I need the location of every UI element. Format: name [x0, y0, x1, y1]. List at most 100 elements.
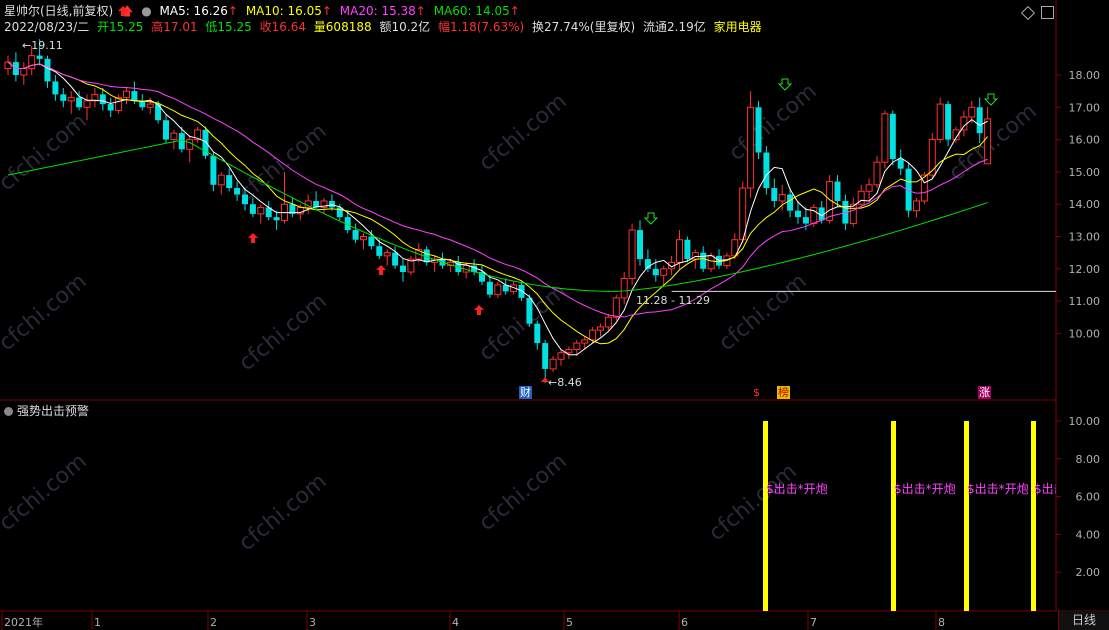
candle-body: [763, 152, 770, 189]
candle-body: [700, 252, 707, 269]
candle-body: [534, 323, 541, 344]
candle-body: [518, 284, 525, 298]
candle-body: [612, 297, 620, 318]
candle-body: [67, 97, 75, 102]
candle-body: [968, 106, 976, 118]
candle-body: [226, 175, 233, 189]
chart-window: 星帅尔(日线,前复权) 🡅 ● MA5: 16.26↑ MA10: 16.05↑…: [0, 0, 1109, 630]
candle-body: [549, 358, 557, 370]
high-price-label: ←19.11: [22, 39, 63, 52]
candle-body: [984, 118, 992, 165]
y-tick-label: 18.00: [1069, 69, 1101, 82]
candle-body: [778, 194, 786, 202]
signal-bar: [1031, 421, 1036, 611]
ma20-line: [7, 61, 988, 318]
candle-body: [660, 268, 668, 276]
y-tick-label: 14.00: [1069, 198, 1101, 211]
candle-body: [242, 194, 248, 205]
range-price-label: 11.28 - 11.29: [636, 294, 710, 307]
period-tab[interactable]: 日线: [1058, 611, 1109, 630]
candle-body: [873, 161, 881, 186]
buy-arrow-icon: [474, 305, 484, 315]
y-tick-label: 13.00: [1069, 231, 1101, 244]
candle-body: [249, 204, 256, 214]
signal-label: $出击*开炮: [894, 482, 956, 496]
candle-body: [4, 61, 12, 70]
sell-arrow-icon: [777, 78, 793, 91]
badge-dollar[interactable]: $: [753, 386, 760, 399]
candle-body: [897, 158, 904, 169]
candle-body: [107, 104, 114, 111]
indicator-title[interactable]: 强势出击预警: [4, 402, 89, 419]
candle-body: [881, 113, 889, 163]
candle-body: [400, 265, 406, 273]
candle-body: [210, 155, 217, 185]
badge-cai[interactable]: 财: [519, 386, 532, 399]
y-tick-label: 4.00: [1076, 528, 1101, 541]
indicator-title-text: 强势出击预警: [17, 404, 90, 418]
ma60-line: [7, 139, 988, 292]
candle-body: [131, 91, 138, 101]
signal-bar: [964, 421, 969, 611]
candle-body: [542, 343, 549, 369]
candle-body: [597, 326, 604, 331]
bottom-bar: 日线: [0, 611, 1109, 630]
candle-body: [352, 230, 359, 240]
candle-body: [604, 316, 612, 328]
candle-body: [787, 194, 794, 211]
candle-body: [707, 255, 715, 270]
candle-body: [44, 58, 51, 82]
candle-body: [20, 68, 28, 76]
candle-body: [376, 246, 383, 256]
candle-body: [234, 188, 241, 195]
candle-body: [771, 188, 778, 201]
candle-body: [834, 181, 841, 201]
y-tick-label: 12.00: [1069, 263, 1101, 276]
candle-body: [186, 139, 194, 150]
candle-body: [526, 297, 533, 324]
candle-body: [747, 106, 755, 189]
sell-arrow-icon: [983, 93, 999, 106]
candle-body: [123, 90, 130, 99]
price-chart[interactable]: 18.00 17.00 16.00 15.00 14.00 13.00 12.00 11.00…: [0, 0, 1109, 630]
badge-zhang[interactable]: 涨: [978, 386, 991, 399]
candle-body: [637, 230, 643, 260]
y-tick-label: 16.00: [1069, 134, 1101, 147]
ma10-line: [7, 61, 988, 345]
candle-body: [889, 113, 896, 159]
signal-bar: [891, 421, 896, 611]
y-tick-label: 8.00: [1076, 453, 1101, 466]
candle-body: [36, 55, 43, 59]
candle-body: [945, 104, 952, 140]
candle-body: [83, 100, 91, 108]
candle-body: [684, 239, 691, 260]
signal-group: [763, 421, 1036, 611]
candle-body: [581, 339, 589, 344]
signal-bar: [763, 421, 768, 611]
candle-body: [755, 107, 762, 153]
candle-body: [383, 252, 391, 257]
y-tick-label: 10.00: [1069, 415, 1101, 428]
candle-body: [628, 229, 636, 279]
candle-body: [257, 206, 265, 215]
candle-body: [368, 236, 375, 247]
candle-body: [360, 236, 367, 241]
candle-body: [155, 104, 162, 121]
y-tick-label: 10.00: [1069, 327, 1101, 340]
candle-body: [573, 342, 581, 351]
candle-body: [620, 277, 628, 299]
sell-arrow-icon: [643, 212, 659, 225]
low-price-label: ←8.46: [548, 376, 582, 389]
y-tick-label: 11.00: [1069, 295, 1101, 308]
badge-bang[interactable]: 榜: [777, 386, 790, 399]
indicator-settings-icon[interactable]: [4, 407, 13, 416]
y-tick-label: 2.00: [1076, 566, 1101, 579]
signal-label: $出击*开炮: [766, 482, 828, 496]
buy-arrow-icon: [248, 233, 258, 243]
signal-label: $出击*开炮: [1034, 482, 1056, 496]
candle-body: [273, 217, 280, 221]
candle-body: [52, 81, 59, 95]
candle-body: [557, 352, 565, 360]
candle-body: [936, 103, 944, 141]
candle-body: [392, 252, 399, 266]
